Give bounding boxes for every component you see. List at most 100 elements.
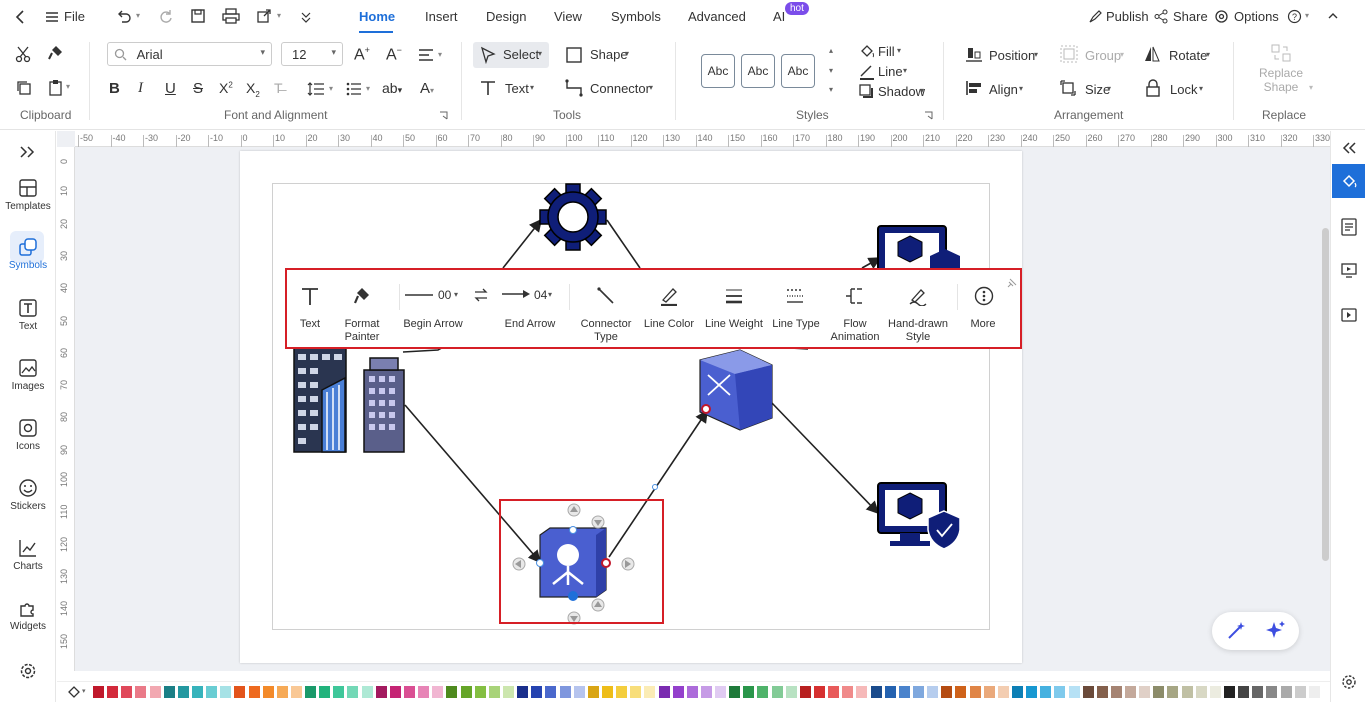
pin-icon[interactable] [1007, 278, 1017, 288]
color-swatch[interactable] [898, 686, 910, 698]
color-swatch[interactable] [955, 686, 967, 698]
color-swatch[interactable] [941, 686, 953, 698]
color-swatch[interactable] [630, 686, 642, 698]
color-swatch[interactable] [262, 686, 274, 698]
color-swatch[interactable] [503, 686, 514, 698]
color-swatch[interactable] [1125, 686, 1137, 698]
collapse-right-panel-icon[interactable] [1341, 141, 1357, 155]
slideshow-icon[interactable] [1341, 307, 1357, 323]
color-swatch[interactable] [785, 686, 797, 698]
color-swatch[interactable] [432, 686, 444, 698]
floatbar-hand-drawn-button[interactable]: Hand-drawn Style [887, 318, 949, 344]
color-swatch[interactable] [927, 686, 939, 698]
color-swatch[interactable] [545, 686, 557, 698]
color-swatch[interactable] [983, 686, 995, 698]
color-swatch[interactable] [1026, 686, 1038, 698]
gear-shape[interactable] [539, 183, 607, 251]
buildings-shape[interactable] [293, 347, 405, 453]
color-swatch[interactable] [446, 686, 458, 698]
color-swatch[interactable] [616, 686, 628, 698]
color-swatch[interactable] [715, 686, 727, 698]
color-swatch[interactable] [149, 686, 161, 698]
color-swatch[interactable] [814, 686, 826, 698]
page-properties-icon[interactable] [1341, 218, 1357, 236]
color-swatch[interactable] [757, 686, 769, 698]
color-swatch[interactable] [1308, 686, 1320, 698]
color-swatch[interactable] [1068, 686, 1080, 698]
color-swatch[interactable] [1110, 686, 1122, 698]
color-swatch[interactable] [573, 686, 585, 698]
color-swatch[interactable] [248, 686, 260, 698]
color-swatch[interactable] [191, 686, 203, 698]
color-swatch[interactable] [234, 686, 246, 698]
color-swatch[interactable] [93, 686, 104, 698]
floatbar-connector-type-button[interactable]: Connector Type [577, 318, 635, 344]
color-swatch[interactable] [531, 686, 543, 698]
fill-bucket-icon[interactable] [67, 685, 81, 699]
color-swatch[interactable] [389, 686, 401, 698]
floatbar-line-color-button[interactable]: Line Color [639, 318, 699, 331]
color-swatch[interactable] [220, 686, 232, 698]
color-swatch[interactable] [856, 686, 868, 698]
color-swatch[interactable] [474, 686, 486, 698]
color-swatch[interactable] [1238, 686, 1250, 698]
color-swatch[interactable] [319, 686, 331, 698]
color-swatch[interactable] [1139, 686, 1151, 698]
color-swatch[interactable] [347, 686, 359, 698]
color-swatch[interactable] [290, 686, 302, 698]
color-swatch[interactable] [559, 686, 571, 698]
begin-arrow-value[interactable]: 00 [438, 288, 451, 302]
color-swatch[interactable] [672, 686, 684, 698]
color-swatch[interactable] [333, 686, 345, 698]
color-swatch[interactable] [771, 686, 783, 698]
floatbar-line-weight-button[interactable]: Line Weight [699, 318, 769, 331]
color-swatch[interactable] [1195, 686, 1207, 698]
color-swatch[interactable] [743, 686, 755, 698]
swap-arrows-icon[interactable] [474, 288, 488, 302]
network-switch-shape[interactable] [699, 349, 773, 431]
floatbar-flow-animation-button[interactable]: Flow Animation [823, 318, 887, 344]
color-swatch[interactable] [1252, 686, 1264, 698]
floatbar-end-arrow-button[interactable]: End Arrow [493, 318, 567, 331]
end-arrow-value[interactable]: 04 [534, 288, 547, 302]
color-swatch[interactable] [460, 686, 472, 698]
ai-wand-icon[interactable] [1226, 621, 1246, 641]
color-swatch[interactable] [206, 686, 218, 698]
color-swatch[interactable] [517, 686, 529, 698]
color-swatch[interactable] [644, 686, 656, 698]
floatbar-text-button[interactable]: Text [292, 318, 328, 331]
color-swatch[interactable] [1167, 686, 1179, 698]
color-swatch[interactable] [1040, 686, 1052, 698]
bottom-settings-icon[interactable] [1341, 674, 1357, 690]
color-swatch[interactable] [404, 686, 416, 698]
color-swatch[interactable] [799, 686, 811, 698]
floatbar-format-painter-button[interactable]: Format Painter [339, 318, 385, 344]
color-swatch[interactable] [913, 686, 924, 698]
color-swatch[interactable] [1153, 686, 1165, 698]
color-swatch[interactable] [418, 686, 430, 698]
color-swatch[interactable] [305, 686, 317, 698]
color-swatch[interactable] [1011, 686, 1023, 698]
floatbar-line-type-button[interactable]: Line Type [769, 318, 823, 331]
color-swatch[interactable] [700, 686, 712, 698]
color-swatch[interactable] [107, 686, 119, 698]
color-swatch[interactable] [997, 686, 1009, 698]
color-swatch[interactable] [587, 686, 599, 698]
floatbar-more-button[interactable]: More [962, 318, 1004, 331]
presentation-icon[interactable] [1341, 262, 1357, 278]
color-swatch[interactable] [1181, 686, 1193, 698]
color-swatch[interactable] [870, 686, 882, 698]
color-swatch[interactable] [135, 686, 147, 698]
color-swatch[interactable] [1096, 686, 1108, 698]
floatbar-begin-arrow-button[interactable]: Begin Arrow [395, 318, 471, 331]
color-swatch[interactable] [177, 686, 189, 698]
color-swatch[interactable] [361, 686, 373, 698]
color-swatch[interactable] [1280, 686, 1292, 698]
monitor-shield-shape-bottom[interactable] [877, 482, 961, 550]
color-swatch[interactable] [828, 686, 840, 698]
color-swatch[interactable] [375, 686, 387, 698]
color-swatch[interactable] [163, 686, 175, 698]
color-swatch[interactable] [658, 686, 670, 698]
ai-sparkle-icon[interactable] [1265, 620, 1287, 642]
color-swatch[interactable] [1224, 686, 1236, 698]
